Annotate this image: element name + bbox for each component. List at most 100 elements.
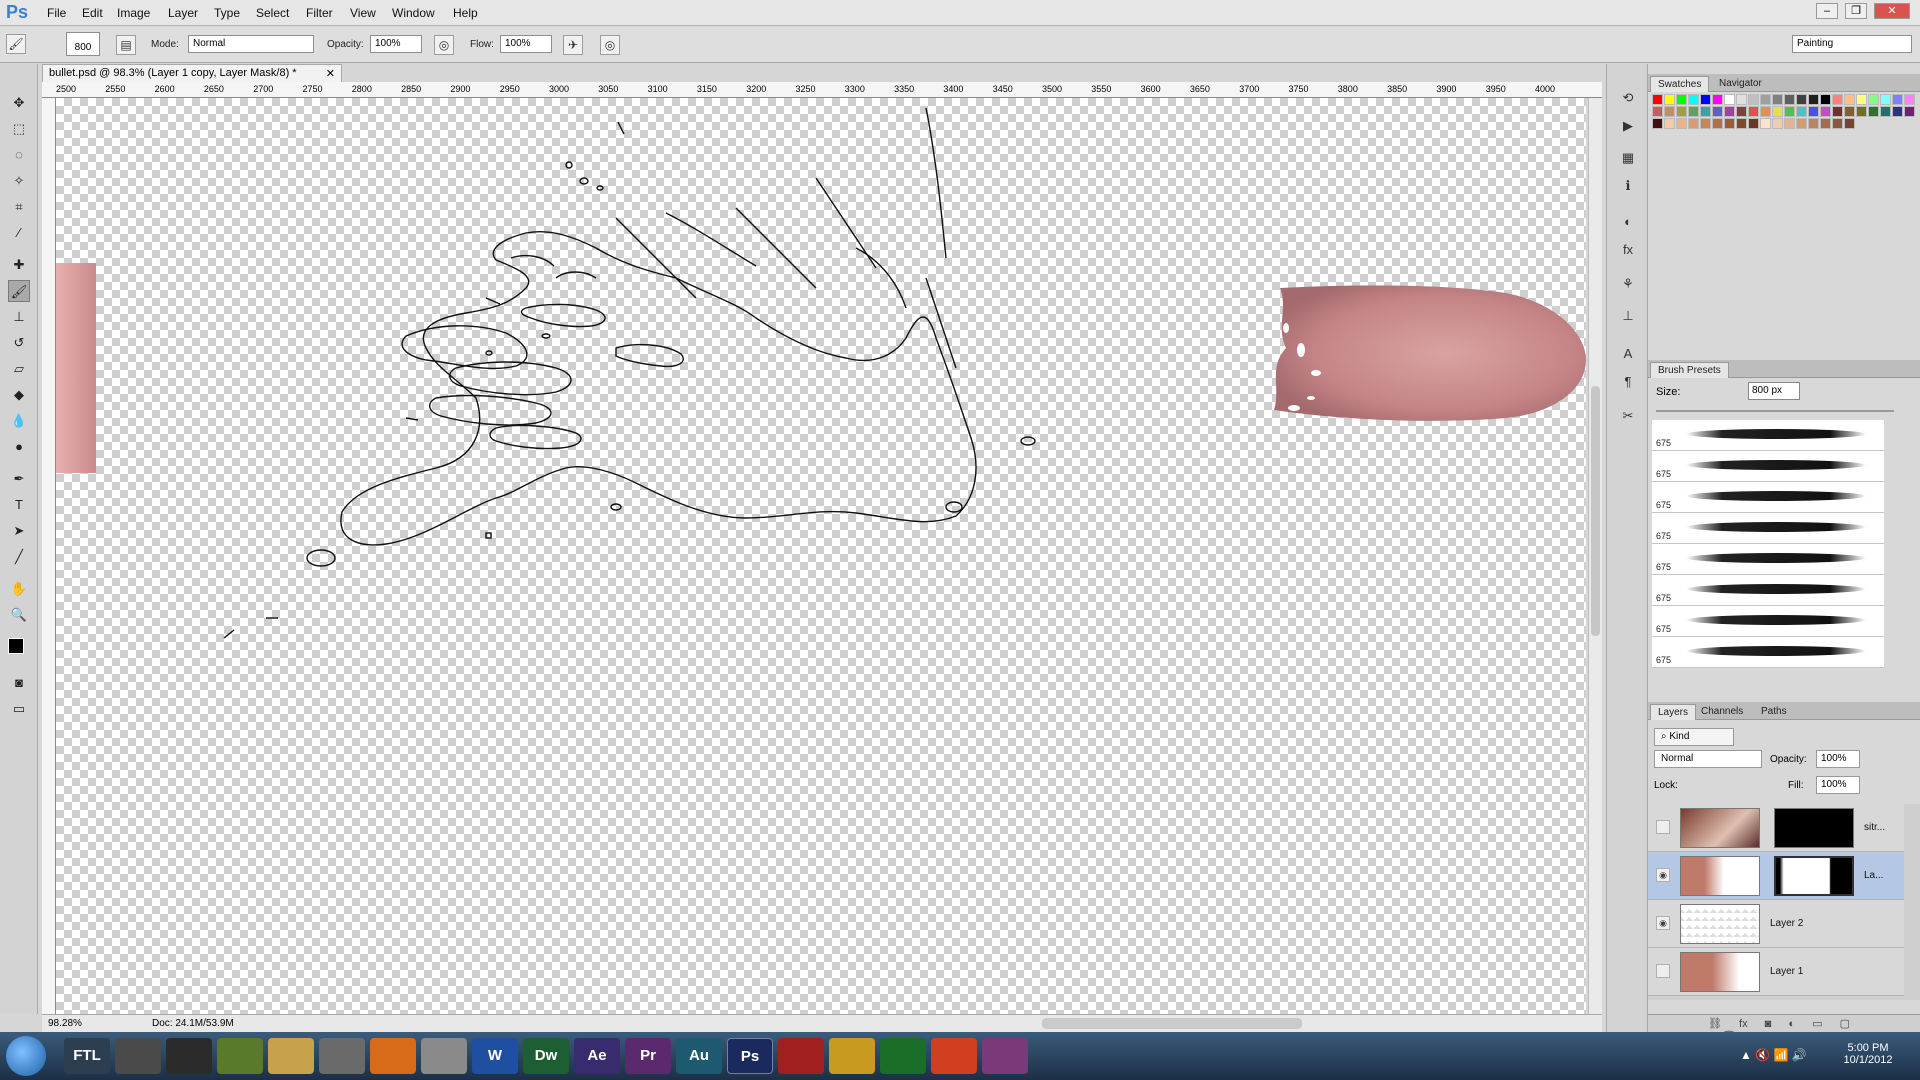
tray-icons[interactable]: ▲ 🔇 📶 🔊 — [1740, 1048, 1807, 1062]
link-layers-icon[interactable]: ⛓ — [1708, 1018, 1722, 1030]
pen-tool-icon[interactable]: ✒ — [8, 468, 30, 490]
move-tool-icon[interactable]: ✥ — [8, 92, 30, 114]
history-brush-tool-icon[interactable]: ↺ — [8, 332, 30, 354]
menu-file[interactable]: File — [47, 6, 66, 20]
color-swatch[interactable] — [1880, 106, 1891, 117]
menu-view[interactable]: View — [350, 6, 376, 20]
mode-select[interactable]: Normal — [188, 35, 314, 53]
brush-tool-icon[interactable]: 🖌 — [8, 280, 30, 302]
menu-edit[interactable]: Edit — [82, 6, 103, 20]
color-swatch[interactable] — [1772, 106, 1783, 117]
pressure-opacity-icon[interactable]: ◎ — [434, 35, 454, 55]
color-swatch[interactable] — [1688, 106, 1699, 117]
eyedropper-tool-icon[interactable]: ⁄ — [8, 222, 30, 244]
pressure-size-icon[interactable]: ◎ — [600, 35, 620, 55]
clone-source-icon[interactable]: ⊥ — [1618, 306, 1638, 326]
vertical-scrollbar[interactable] — [1588, 98, 1602, 1014]
document-canvas[interactable] — [56, 98, 1586, 1014]
color-swatch[interactable] — [1700, 106, 1711, 117]
airbrush-icon[interactable]: ✈ — [563, 35, 583, 55]
visibility-toggle-icon[interactable]: ◉ — [1656, 868, 1670, 882]
layer-row[interactable]: sitr... — [1648, 804, 1904, 852]
menu-image[interactable]: Image — [117, 6, 150, 20]
layer-row[interactable]: ◉ La... — [1648, 852, 1904, 900]
color-swatch[interactable] — [1892, 94, 1903, 105]
taskbar-app[interactable]: Ae — [574, 1038, 620, 1074]
zoom-tool-icon[interactable]: 🔍 — [8, 604, 30, 626]
brush-preset-item[interactable]: 675 — [1652, 544, 1884, 575]
lasso-tool-icon[interactable]: ◌ — [8, 144, 30, 166]
healing-brush-tool-icon[interactable]: ✚ — [8, 254, 30, 276]
color-swatch[interactable] — [1652, 118, 1663, 129]
layers-opacity-field[interactable]: 100% — [1816, 750, 1860, 768]
visibility-toggle-icon[interactable]: ◉ — [1656, 916, 1670, 930]
color-swatch[interactable] — [1844, 94, 1855, 105]
color-swatch[interactable] — [1820, 118, 1831, 129]
dodge-tool-icon[interactable]: ● — [8, 436, 30, 458]
color-swatch[interactable] — [1724, 106, 1735, 117]
adjustment-layer-icon[interactable]: ◐ — [1788, 1018, 1795, 1030]
color-swatch[interactable] — [1676, 106, 1687, 117]
history-icon[interactable]: ⟲ — [1618, 88, 1638, 108]
color-swatch[interactable] — [1796, 106, 1807, 117]
brush-size-field[interactable]: 800 — [66, 32, 100, 56]
layer-row[interactable]: Layer 1 — [1648, 948, 1904, 996]
color-swatch[interactable] — [1904, 94, 1915, 105]
minimize-icon[interactable]: – — [1816, 3, 1838, 19]
taskbar-app[interactable] — [268, 1038, 314, 1074]
color-swatch[interactable] — [1784, 118, 1795, 129]
horizontal-scrollbar[interactable] — [1042, 1018, 1302, 1029]
color-swatch[interactable] — [1844, 106, 1855, 117]
tab-navigator[interactable]: Navigator — [1712, 76, 1769, 92]
color-swatch[interactable] — [1712, 118, 1723, 129]
color-swatch[interactable] — [1748, 118, 1759, 129]
color-swatch[interactable] — [1736, 94, 1747, 105]
menu-layer[interactable]: Layer — [168, 6, 198, 20]
blend-mode-select[interactable]: Normal — [1654, 750, 1762, 768]
new-layer-icon[interactable]: ▢ — [1840, 1018, 1850, 1030]
taskbar-app[interactable] — [217, 1038, 263, 1074]
color-swatch[interactable] — [1676, 94, 1687, 105]
start-button[interactable] — [6, 1036, 46, 1076]
taskbar-app[interactable] — [370, 1038, 416, 1074]
paragraph-icon[interactable]: ¶ — [1618, 372, 1638, 392]
brush-preset-item[interactable]: 675 — [1652, 606, 1884, 637]
taskbar-app[interactable] — [880, 1038, 926, 1074]
tab-layers[interactable]: Layers — [1650, 704, 1697, 720]
color-swatch[interactable] — [1856, 94, 1867, 105]
blur-tool-icon[interactable]: 💧 — [8, 410, 30, 432]
color-swatch[interactable] — [1724, 94, 1735, 105]
taskbar-app[interactable]: Dw — [523, 1038, 569, 1074]
color-swatch[interactable] — [1808, 118, 1819, 129]
tool-presets-icon[interactable]: ✂ — [1618, 406, 1638, 426]
menu-window[interactable]: Window — [392, 6, 435, 20]
layer-row[interactable]: ◉ Layer 2 — [1648, 900, 1904, 948]
stamp-tool-icon[interactable]: ⊥ — [8, 306, 30, 328]
brush-panel-icon[interactable]: ▤ — [116, 35, 136, 55]
taskbar-app[interactable] — [421, 1038, 467, 1074]
taskbar-app[interactable]: Au — [676, 1038, 722, 1074]
actions-play-icon[interactable]: ▶ — [1618, 116, 1638, 136]
color-swatch[interactable] — [1832, 94, 1843, 105]
color-swatch[interactable] — [1700, 94, 1711, 105]
color-swatch[interactable] — [1796, 94, 1807, 105]
system-clock[interactable]: 5:00 PM 10/1/2012 — [1828, 1042, 1908, 1066]
color-swatch[interactable] — [1844, 118, 1855, 129]
color-swatch[interactable] — [1892, 106, 1903, 117]
tab-channels[interactable]: Channels — [1694, 704, 1750, 720]
menu-type[interactable]: Type — [214, 6, 240, 20]
brush-preset-item[interactable]: 675 — [1652, 513, 1884, 544]
type-tool-icon[interactable]: T — [8, 494, 30, 516]
color-swatch[interactable] — [1736, 118, 1747, 129]
brush-size-input[interactable]: 800 px — [1748, 382, 1800, 400]
brush-preset-item[interactable]: 675 — [1652, 637, 1884, 668]
color-swatch[interactable] — [1712, 94, 1723, 105]
brush-panel-icon[interactable]: ⚘ — [1618, 274, 1638, 294]
color-swatch[interactable] — [1676, 118, 1687, 129]
color-swatch[interactable] — [1808, 106, 1819, 117]
quick-mask-icon[interactable]: ◙ — [8, 672, 30, 694]
color-swatch[interactable] — [1904, 106, 1915, 117]
color-swatch[interactable] — [1820, 94, 1831, 105]
taskbar-app[interactable] — [829, 1038, 875, 1074]
visibility-toggle-icon[interactable] — [1656, 820, 1670, 834]
